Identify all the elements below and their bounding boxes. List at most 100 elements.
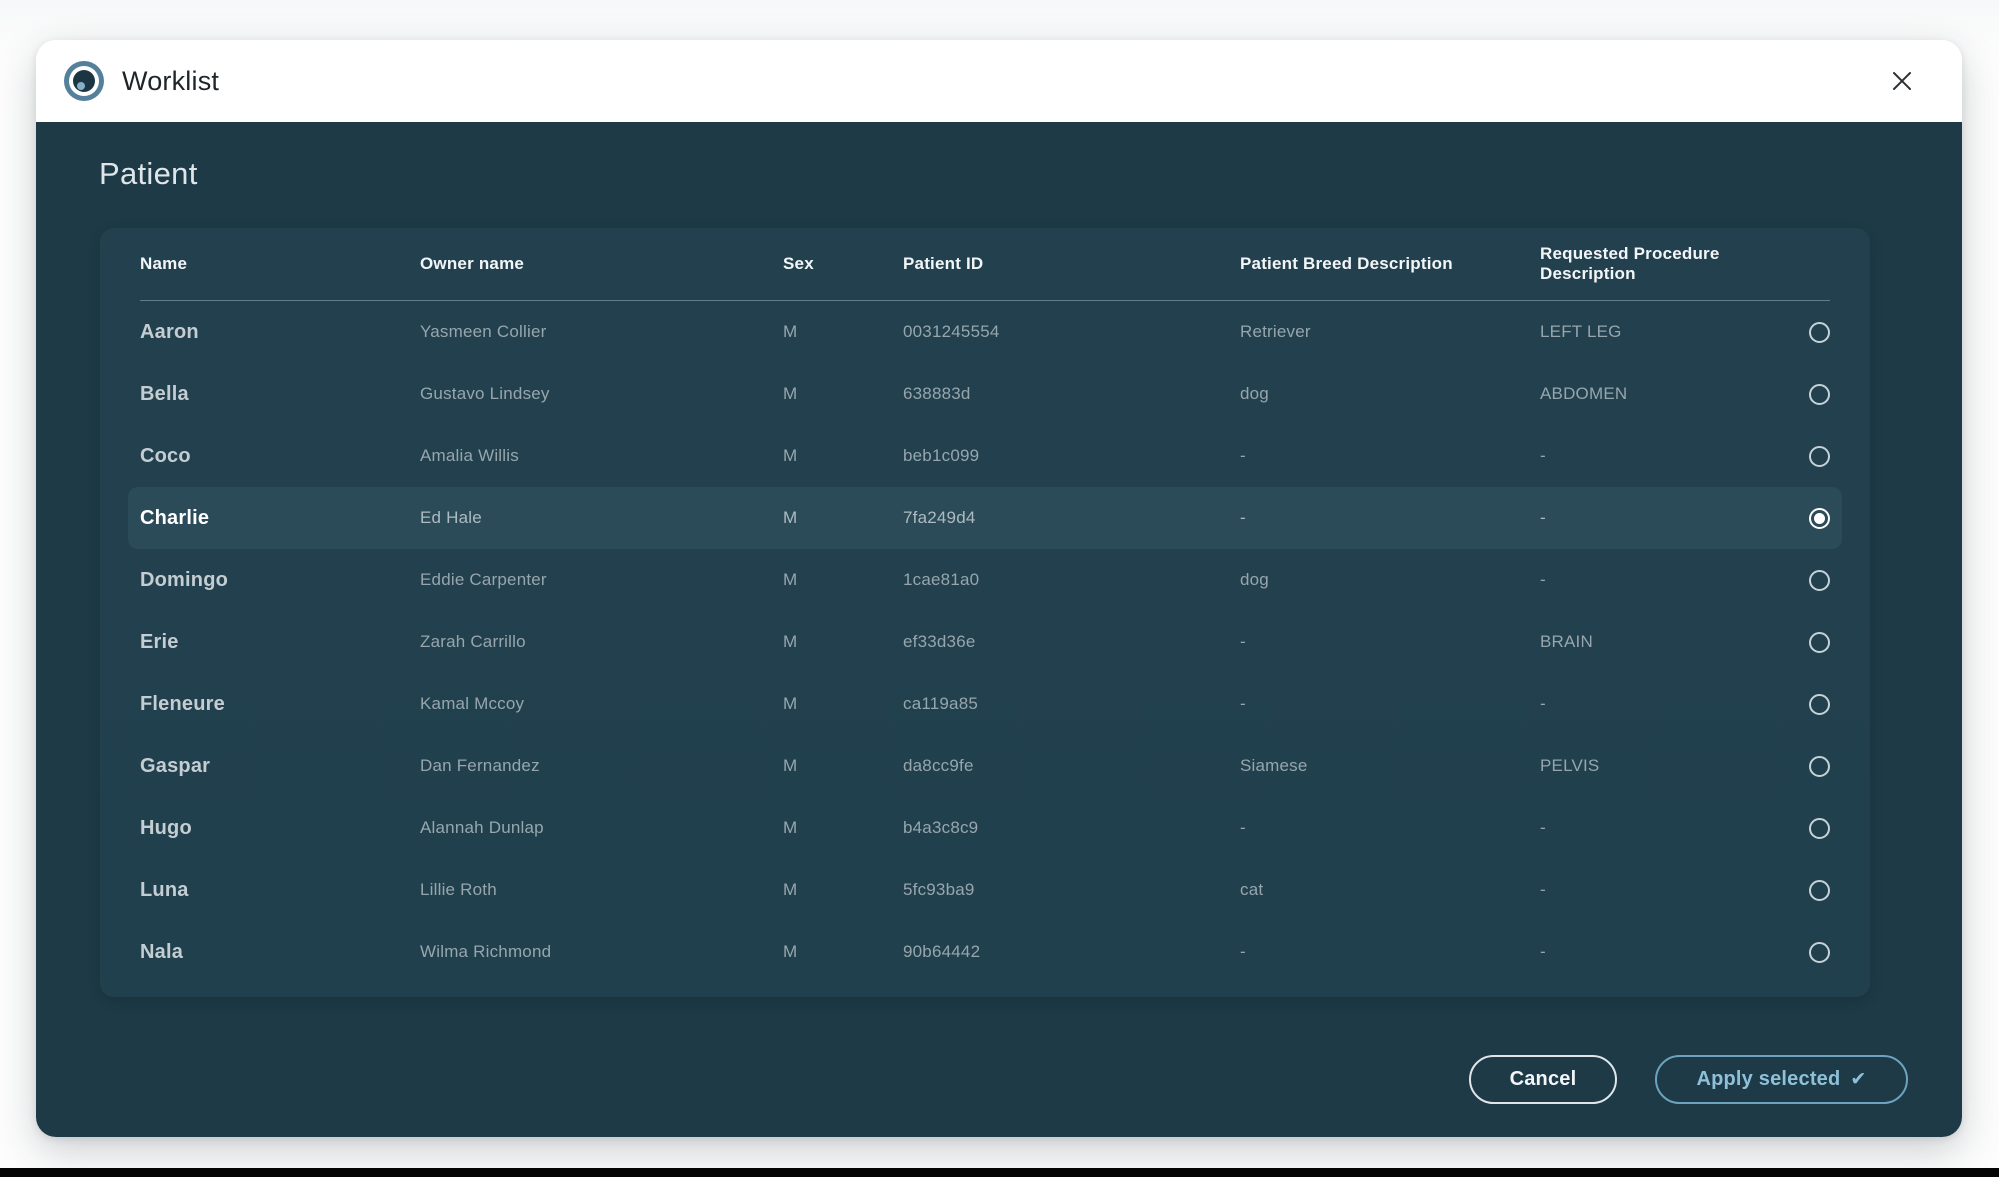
table-row[interactable]: GasparDan FernandezMda8cc9feSiamesePELVI… bbox=[128, 735, 1842, 797]
breed-cell: Retriever bbox=[1240, 322, 1540, 342]
table-row[interactable]: BellaGustavo LindseyM638883ddogABDOMEN bbox=[128, 363, 1842, 425]
owner-name-cell: Alannah Dunlap bbox=[420, 818, 783, 838]
table-row[interactable]: CocoAmalia WillisMbeb1c099-- bbox=[128, 425, 1842, 487]
row-radio-icon[interactable] bbox=[1809, 756, 1830, 777]
row-radio-icon[interactable] bbox=[1809, 632, 1830, 653]
procedure-cell: BRAIN bbox=[1540, 632, 1774, 652]
row-select-cell bbox=[1774, 818, 1830, 839]
check-icon: ✔ bbox=[1850, 1070, 1866, 1089]
breed-cell: - bbox=[1240, 508, 1540, 528]
table-row[interactable]: ErieZarah CarrilloMef33d36e-BRAIN bbox=[128, 611, 1842, 673]
breed-cell: Siamese bbox=[1240, 756, 1540, 776]
owner-name-cell: Kamal Mccoy bbox=[420, 694, 783, 714]
dialog-footer: Cancel Apply selected ✔ bbox=[97, 1055, 1908, 1104]
row-radio-icon[interactable] bbox=[1809, 446, 1830, 467]
column-header-owner-name: Owner name bbox=[420, 254, 783, 274]
column-header-procedure-description: Requested Procedure Description bbox=[1540, 244, 1774, 284]
row-select-cell bbox=[1774, 322, 1830, 343]
row-select-cell bbox=[1774, 942, 1830, 963]
apply-selected-button[interactable]: Apply selected ✔ bbox=[1655, 1055, 1908, 1104]
owner-name-cell: Zarah Carrillo bbox=[420, 632, 783, 652]
patient-name-cell: Hugo bbox=[140, 817, 420, 840]
procedure-cell: LEFT LEG bbox=[1540, 322, 1774, 342]
sex-cell: M bbox=[783, 942, 903, 962]
owner-name-cell: Lillie Roth bbox=[420, 880, 783, 900]
row-select-cell bbox=[1774, 570, 1830, 591]
logo-pupil bbox=[73, 70, 95, 92]
patient-name-cell: Bella bbox=[140, 383, 420, 406]
row-radio-icon[interactable] bbox=[1809, 384, 1830, 405]
patient-id-cell: b4a3c8c9 bbox=[903, 818, 1240, 838]
breed-cell: - bbox=[1240, 818, 1540, 838]
column-header-name: Name bbox=[140, 254, 420, 274]
page-title: Patient bbox=[99, 156, 1908, 192]
sex-cell: M bbox=[783, 322, 903, 342]
patient-id-cell: 90b64442 bbox=[903, 942, 1240, 962]
row-radio-icon[interactable] bbox=[1809, 942, 1830, 963]
patient-table-panel: Name Owner name Sex Patient ID Patient B… bbox=[100, 228, 1870, 997]
sex-cell: M bbox=[783, 632, 903, 652]
owner-name-cell: Gustavo Lindsey bbox=[420, 384, 783, 404]
dialog-body: Patient Name Owner name Sex Patient ID P… bbox=[36, 122, 1962, 1137]
cancel-button[interactable]: Cancel bbox=[1469, 1055, 1617, 1104]
column-header-breed-description: Patient Breed Description bbox=[1240, 254, 1540, 274]
row-select-cell bbox=[1774, 880, 1830, 901]
close-icon[interactable] bbox=[1882, 61, 1922, 101]
table-row[interactable]: AaronYasmeen CollierM0031245554Retriever… bbox=[128, 301, 1842, 363]
patient-id-cell: ef33d36e bbox=[903, 632, 1240, 652]
row-radio-icon[interactable] bbox=[1809, 818, 1830, 839]
breed-cell: dog bbox=[1240, 384, 1540, 404]
patient-name-cell: Nala bbox=[140, 941, 420, 964]
column-header-sex: Sex bbox=[783, 254, 903, 274]
breed-cell: dog bbox=[1240, 570, 1540, 590]
patient-id-cell: ca119a85 bbox=[903, 694, 1240, 714]
sex-cell: M bbox=[783, 446, 903, 466]
table-row[interactable]: NalaWilma RichmondM90b64442-- bbox=[128, 921, 1842, 983]
patient-id-cell: 7fa249d4 bbox=[903, 508, 1240, 528]
procedure-cell: - bbox=[1540, 570, 1774, 590]
column-header-patient-id: Patient ID bbox=[903, 254, 1240, 274]
dialog-titlebar: Worklist bbox=[36, 40, 1962, 122]
procedure-cell: PELVIS bbox=[1540, 756, 1774, 776]
procedure-cell: ABDOMEN bbox=[1540, 384, 1774, 404]
row-radio-icon[interactable] bbox=[1809, 880, 1830, 901]
row-radio-icon[interactable] bbox=[1809, 322, 1830, 343]
patient-id-cell: 638883d bbox=[903, 384, 1240, 404]
patient-name-cell: Fleneure bbox=[140, 693, 420, 716]
sex-cell: M bbox=[783, 818, 903, 838]
worklist-dialog: Worklist Patient Name Owner name Sex Pat… bbox=[36, 40, 1962, 1137]
sex-cell: M bbox=[783, 694, 903, 714]
patient-id-cell: 5fc93ba9 bbox=[903, 880, 1240, 900]
breed-cell: - bbox=[1240, 694, 1540, 714]
breed-cell: - bbox=[1240, 942, 1540, 962]
owner-name-cell: Ed Hale bbox=[420, 508, 783, 528]
logo-glint bbox=[77, 82, 85, 90]
row-radio-selected-icon[interactable] bbox=[1809, 508, 1830, 529]
procedure-cell: - bbox=[1540, 942, 1774, 962]
screen-background: Worklist Patient Name Owner name Sex Pat… bbox=[0, 0, 1999, 1177]
breed-cell: - bbox=[1240, 446, 1540, 466]
table-row[interactable]: HugoAlannah DunlapMb4a3c8c9-- bbox=[128, 797, 1842, 859]
procedure-cell: - bbox=[1540, 446, 1774, 466]
patient-name-cell: Aaron bbox=[140, 321, 420, 344]
patient-name-cell: Domingo bbox=[140, 569, 420, 592]
table-row[interactable]: CharlieEd HaleM7fa249d4-- bbox=[128, 487, 1842, 549]
sex-cell: M bbox=[783, 508, 903, 528]
owner-name-cell: Wilma Richmond bbox=[420, 942, 783, 962]
breed-cell: cat bbox=[1240, 880, 1540, 900]
patient-name-cell: Gaspar bbox=[140, 755, 420, 778]
row-radio-icon[interactable] bbox=[1809, 694, 1830, 715]
sex-cell: M bbox=[783, 570, 903, 590]
owner-name-cell: Yasmeen Collier bbox=[420, 322, 783, 342]
table-row[interactable]: DomingoEddie CarpenterM1cae81a0dog- bbox=[128, 549, 1842, 611]
screen-bottom-bezel bbox=[0, 1168, 1999, 1177]
table-row[interactable]: LunaLillie RothM5fc93ba9cat- bbox=[128, 859, 1842, 921]
row-select-cell bbox=[1774, 446, 1830, 467]
row-select-cell bbox=[1774, 508, 1830, 529]
table-row[interactable]: FleneureKamal MccoyMca119a85-- bbox=[128, 673, 1842, 735]
dialog-title: Worklist bbox=[122, 66, 219, 97]
row-select-cell bbox=[1774, 632, 1830, 653]
patient-name-cell: Charlie bbox=[140, 507, 420, 530]
sex-cell: M bbox=[783, 756, 903, 776]
row-radio-icon[interactable] bbox=[1809, 570, 1830, 591]
